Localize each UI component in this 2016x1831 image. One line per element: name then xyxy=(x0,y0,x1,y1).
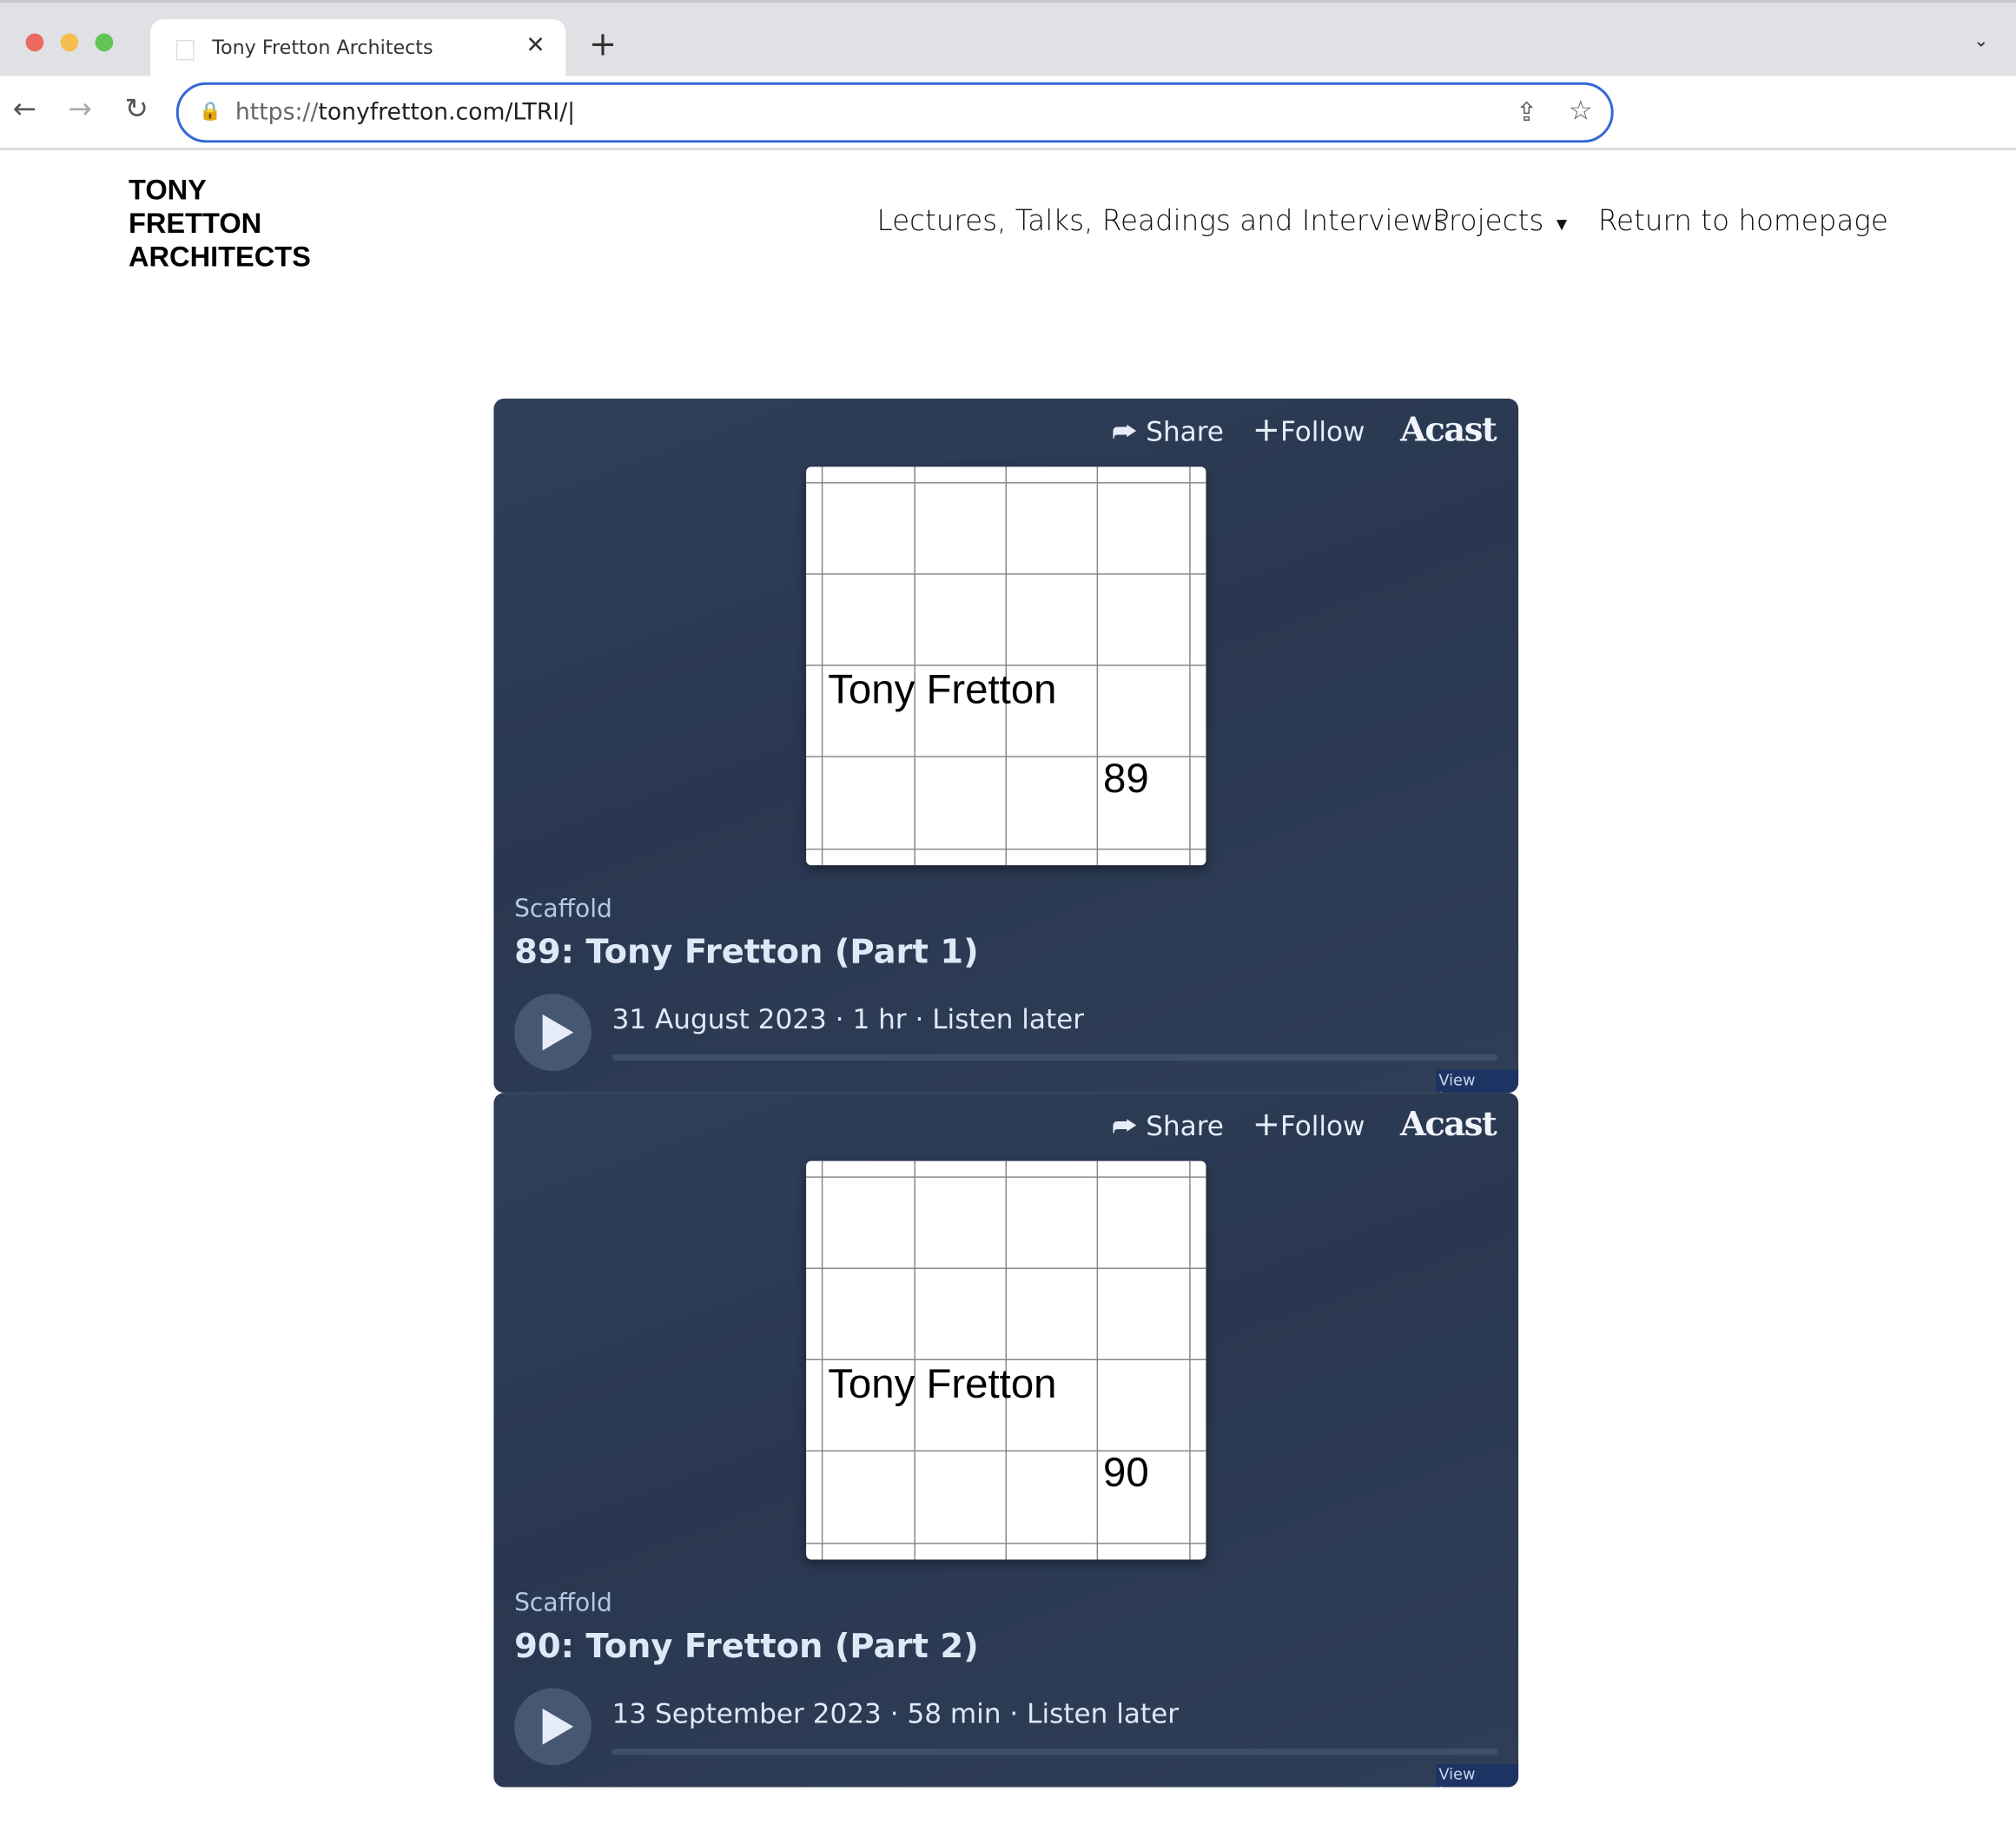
episode-meta: 31 August 2023 · 1 hr · Listen later xyxy=(611,1004,1085,1035)
artwork-number: 89 xyxy=(1103,754,1149,802)
address-bar[interactable]: 🔒 https://tonyfretton.com/LTRI/| ⇪ ☆ xyxy=(175,82,1614,143)
play-button[interactable] xyxy=(514,1688,592,1766)
episode-artwork: Tony Fretton 90 xyxy=(806,1160,1206,1560)
nav-lectures[interactable]: Lectures, Talks, Readings and Interviews xyxy=(876,206,1448,238)
nav-projects-label: Projects xyxy=(1431,205,1544,238)
share-label: Share xyxy=(1146,416,1224,448)
browser-tab[interactable]: Tony Fretton Architects ✕ xyxy=(150,19,566,79)
view-terms-link[interactable]: View terms xyxy=(1436,1763,1519,1788)
play-icon xyxy=(542,1709,574,1745)
artwork-name: Tony Fretton xyxy=(828,1360,1057,1407)
episode-artwork: Tony Fretton 89 xyxy=(806,466,1206,866)
url-scheme: https:// xyxy=(235,98,319,127)
acast-logo[interactable]: Acast xyxy=(1400,1106,1497,1144)
tab-list-chevron-icon[interactable]: ⌄ xyxy=(1973,31,1988,52)
artwork-number: 90 xyxy=(1103,1449,1149,1496)
view-terms-link[interactable]: View terms xyxy=(1436,1069,1519,1094)
maximize-window-button[interactable] xyxy=(95,33,114,52)
listen-later-button[interactable]: Listen later xyxy=(1027,1698,1179,1729)
browser-toolbar: ← → ↻ 🔒 https://tonyfretton.com/LTRI/| ⇪… xyxy=(0,76,2016,151)
podcast-player: ⮫ Share +Follow Acast Tony Fretton 89 Sc… xyxy=(493,398,1519,1094)
logo-line: TONY xyxy=(129,173,207,206)
caret-down-icon: ▼ xyxy=(1552,215,1571,235)
show-name[interactable]: Scaffold xyxy=(514,895,612,923)
close-tab-icon[interactable]: ✕ xyxy=(525,32,545,59)
artwork-name: Tony Fretton xyxy=(828,665,1057,713)
episode-title[interactable]: 89: Tony Fretton (Part 1) xyxy=(514,934,979,972)
share-label: Share xyxy=(1146,1110,1224,1142)
plus-icon: + xyxy=(1252,411,1280,451)
share-button[interactable]: ⮫ Share xyxy=(1112,417,1224,449)
episode-date: 31 August 2023 xyxy=(611,1004,827,1035)
acast-logo[interactable]: Acast xyxy=(1400,412,1497,450)
show-name[interactable]: Scaffold xyxy=(514,1590,612,1618)
episode-title[interactable]: 90: Tony Fretton (Part 2) xyxy=(514,1628,979,1666)
follow-button[interactable]: +Follow xyxy=(1253,414,1365,448)
back-arrow-icon[interactable]: ← xyxy=(13,94,36,126)
lock-icon: 🔒 xyxy=(199,101,222,122)
episode-date: 13 September 2023 xyxy=(611,1698,882,1729)
minimize-window-button[interactable] xyxy=(60,33,79,52)
url-path: tonyfretton.com/LTRI/ xyxy=(318,98,568,127)
share-button[interactable]: ⮫ Share xyxy=(1112,1111,1224,1143)
episode-duration: 58 min xyxy=(907,1698,1001,1729)
browser-tab-bar: Tony Fretton Architects ✕ + ⌄ xyxy=(0,0,2016,79)
share-page-icon[interactable]: ⇪ xyxy=(1516,96,1537,128)
play-icon xyxy=(542,1014,574,1051)
progress-bar[interactable] xyxy=(611,1054,1498,1061)
podcast-player: ⮫ Share +Follow Acast Tony Fretton 90 Sc… xyxy=(493,1093,1519,1788)
share-icon: ⮫ xyxy=(1112,1110,1138,1142)
follow-label: Follow xyxy=(1279,1110,1365,1142)
url-text[interactable]: https://tonyfretton.com/LTRI/| xyxy=(235,99,575,126)
play-button[interactable] xyxy=(514,994,592,1072)
nav-homepage[interactable]: Return to homepage xyxy=(1598,206,1888,238)
share-icon: ⮫ xyxy=(1112,416,1138,448)
tab-title: Tony Fretton Architects xyxy=(212,36,433,60)
new-tab-button[interactable]: + xyxy=(589,26,617,64)
close-window-button[interactable] xyxy=(25,33,44,52)
follow-label: Follow xyxy=(1279,416,1365,448)
progress-bar[interactable] xyxy=(611,1748,1498,1755)
listen-later-button[interactable]: Listen later xyxy=(932,1004,1084,1035)
site-logo[interactable]: TONY FRETTON ARCHITECTS xyxy=(129,174,311,274)
reload-icon[interactable]: ↻ xyxy=(125,94,149,126)
logo-line: ARCHITECTS xyxy=(129,240,311,273)
plus-icon: + xyxy=(1252,1105,1280,1145)
follow-button[interactable]: +Follow xyxy=(1253,1108,1365,1142)
favicon-icon xyxy=(175,39,195,61)
episode-duration: 1 hr xyxy=(852,1004,907,1035)
bookmark-star-icon[interactable]: ☆ xyxy=(1569,96,1593,127)
logo-line: FRETTON xyxy=(129,207,262,240)
forward-arrow-icon[interactable]: → xyxy=(68,94,91,126)
episode-meta: 13 September 2023 · 58 min · Listen late… xyxy=(611,1698,1179,1729)
nav-projects[interactable]: Projects ▼ xyxy=(1432,206,1570,238)
